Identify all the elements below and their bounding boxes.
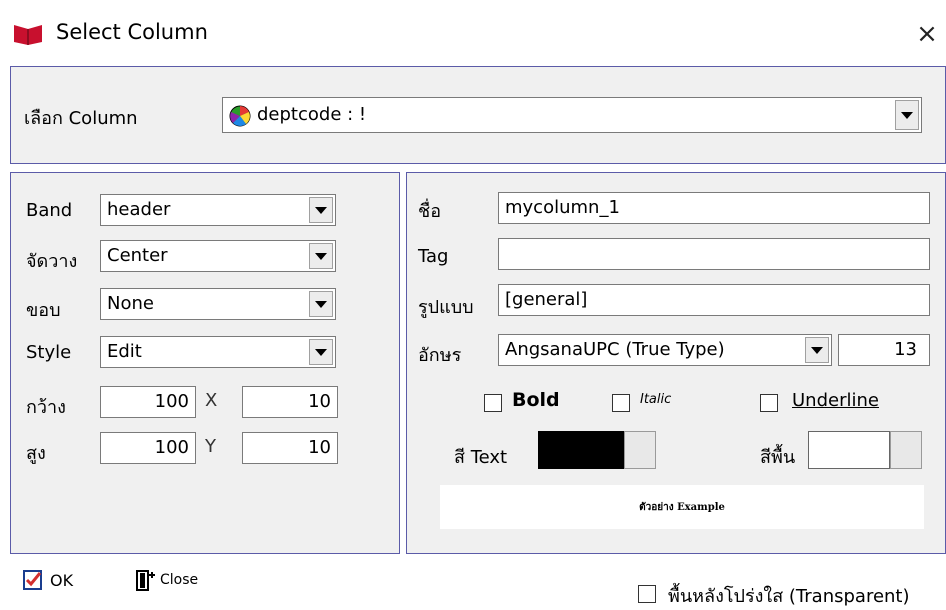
font-dropdown-arrow[interactable] [805,337,829,363]
text-color-swatch[interactable] [538,431,624,469]
format-label: รูปแบบ [418,297,474,318]
bg-color-swatch[interactable] [808,431,890,469]
column-select-label: เลือก Column [24,108,138,129]
align-dropdown[interactable]: Center [100,240,336,272]
chevron-down-icon [811,346,823,354]
band-dropdown[interactable]: header [100,194,336,226]
x-label: X [205,390,218,411]
chevron-down-icon [315,348,327,356]
preview-text: ตัวอย่าง Example [639,501,725,513]
align-label: จัดวาง [26,251,78,272]
bold-checkbox[interactable] [484,394,502,412]
style-label: Style [26,342,72,363]
chevron-down-icon [315,206,327,214]
x-input[interactable]: 10 [242,386,338,418]
font-dropdown[interactable]: AngsanaUPC (True Type) [498,334,832,366]
border-dropdown-arrow[interactable] [309,291,333,317]
underline-label: Underline [792,390,879,411]
close-label: Close [160,572,199,588]
name-input[interactable]: mycolumn_1 [498,192,930,224]
text-color-picker-button[interactable] [624,431,656,469]
column-select-value: deptcode : ! [257,104,367,125]
y-input[interactable]: 10 [242,432,338,464]
bg-color-label: สีพื้น [760,447,796,468]
italic-checkbox[interactable] [612,394,630,412]
transparent-label: พื้นหลังโปร่งใส (Transparent) [668,586,910,607]
style-dropdown-arrow[interactable] [309,339,333,365]
bold-label: Bold [512,389,560,411]
checklist-icon [23,570,42,590]
exit-door-icon [136,570,155,591]
font-value: AngsanaUPC (True Type) [505,339,725,360]
tag-label: Tag [418,246,449,267]
y-label: Y [205,436,216,457]
border-value: None [107,293,154,314]
close-button[interactable]: Close [134,569,198,591]
close-window-button[interactable]: × [910,14,944,54]
italic-label: Italic [640,392,672,407]
column-select-arrow[interactable] [895,100,919,130]
align-value: Center [107,245,168,266]
color-wheel-icon [229,105,251,127]
format-input[interactable]: [general] [498,284,930,316]
width-label: กว้าง [26,397,66,418]
name-label: ชื่อ [418,201,442,222]
align-dropdown-arrow[interactable] [309,243,333,269]
ok-label: OK [50,570,74,590]
chevron-down-icon [901,111,913,119]
border-dropdown[interactable]: None [100,288,336,320]
tag-input[interactable] [498,238,930,270]
underline-checkbox[interactable] [760,394,778,412]
height-label: สูง [26,443,46,464]
ok-button[interactable]: OK [22,569,73,591]
font-label: อักษร [418,345,462,366]
style-value: Edit [107,341,142,362]
chevron-down-icon [315,252,327,260]
border-label: ขอบ [26,300,61,321]
book-icon [14,25,42,45]
column-select-dropdown[interactable]: deptcode : ! [222,97,922,133]
dialog-title: Select Column [56,20,208,44]
chevron-down-icon [315,300,327,308]
transparent-checkbox[interactable] [638,585,656,603]
width-input[interactable]: 100 [100,386,196,418]
style-dropdown[interactable]: Edit [100,336,336,368]
band-dropdown-arrow[interactable] [309,197,333,223]
band-value: header [107,199,171,220]
preview-box: ตัวอย่าง Example [440,485,924,529]
font-size-input[interactable]: 13 [838,334,930,366]
text-color-label: สี Text [454,447,508,468]
bg-color-picker-button[interactable] [890,431,922,469]
band-label: Band [26,200,73,221]
height-input[interactable]: 100 [100,432,196,464]
